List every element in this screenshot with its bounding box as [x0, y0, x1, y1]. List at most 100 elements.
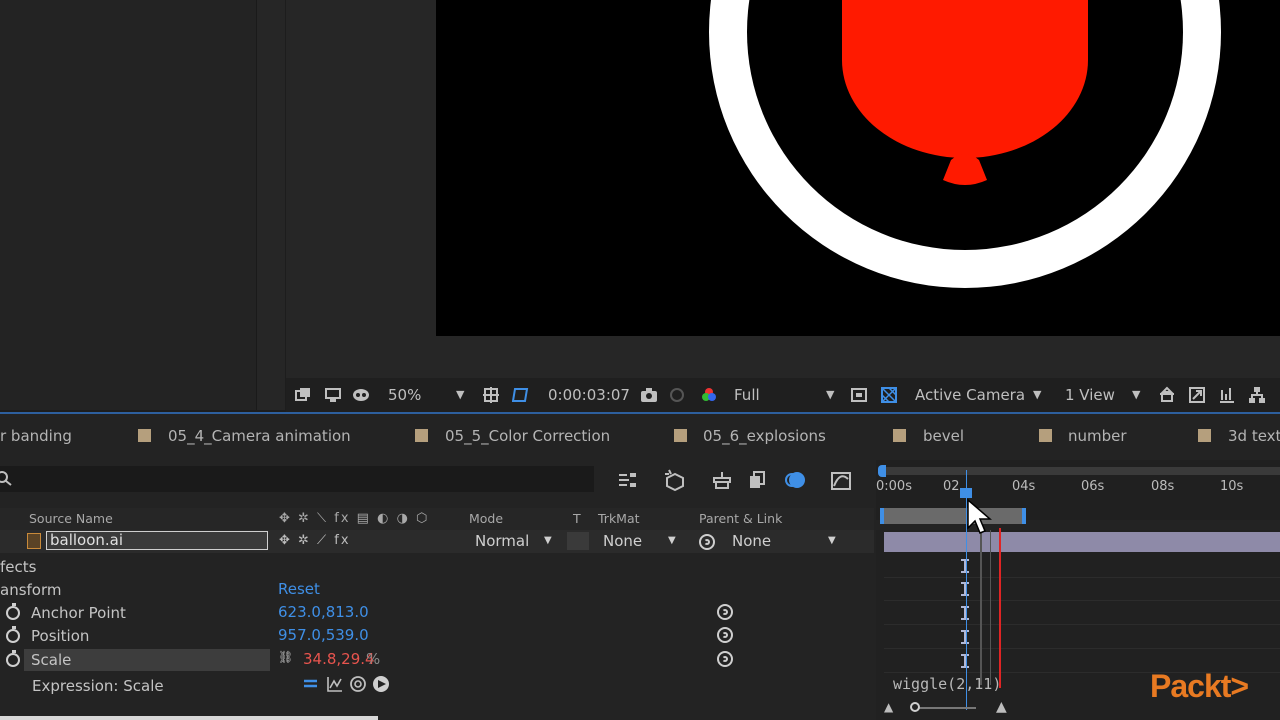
mask-path-icon[interactable] [512, 386, 530, 404]
ruler-label: 04s [1012, 479, 1036, 494]
constrain-proportions-icon[interactable]: ⛓ [278, 650, 293, 664]
flowchart-icon[interactable] [1248, 386, 1266, 404]
blend-mode-dropdown[interactable]: Normal ▼ [466, 530, 560, 552]
draft-3d-icon[interactable] [663, 468, 687, 492]
track-divider [884, 624, 1280, 625]
tab-explosions[interactable]: 05_6_explosions [703, 414, 826, 458]
expression-graph-icon [327, 677, 342, 692]
track-matte-value: None [603, 532, 643, 550]
work-area-track[interactable] [880, 467, 1280, 475]
layer-duration-bar[interactable] [884, 532, 1280, 552]
region-of-interest-icon[interactable] [850, 386, 868, 404]
parent-dropdown[interactable]: None ▼ [724, 530, 846, 552]
frame-blending-icon[interactable] [748, 470, 768, 490]
anchor-point-value[interactable]: 623.0,813.0 [278, 603, 369, 621]
track-divider [884, 577, 1280, 578]
stopwatch-icon[interactable] [6, 650, 20, 667]
scale-value[interactable]: 34.8,29.4 [303, 650, 375, 668]
tab-bevel[interactable]: bevel [923, 414, 964, 458]
layer-name-field[interactable]: balloon.ai [46, 531, 268, 550]
ruler-label: 02 [943, 479, 960, 494]
zoom-in-mountain-icon[interactable]: ▲ [996, 699, 1007, 715]
composition-canvas[interactable] [436, 0, 1280, 336]
work-area-start-handle[interactable] [878, 465, 886, 477]
parent-link-header[interactable]: Parent & Link [699, 508, 782, 530]
tab-color-swatch [1198, 429, 1211, 442]
parent-value: None [732, 532, 772, 550]
chevron-down-icon: ▼ [544, 535, 552, 546]
t-header[interactable]: T [573, 508, 581, 530]
scale-label: Scale [31, 651, 72, 669]
anchor-point-label: Anchor Point [31, 604, 126, 622]
packt-logo: Packt> [1150, 668, 1249, 704]
property-pickwhip-icon[interactable] [717, 651, 733, 667]
stopwatch-icon[interactable] [6, 626, 20, 643]
layer-search-input[interactable] [0, 466, 594, 492]
expression-enable-icon [304, 679, 317, 688]
layer-row[interactable]: balloon.ai ✥ ✲ ⟋ fx Normal ▼ None ▼ None… [0, 530, 874, 553]
horizontal-scrollbar[interactable] [0, 716, 378, 720]
tab-3d-text[interactable]: 3d text [1228, 414, 1280, 458]
grid-guides-icon[interactable] [482, 386, 500, 404]
effects-group-label[interactable]: fects [0, 558, 36, 576]
tab-r-banding[interactable]: r banding [0, 414, 72, 458]
timeline-zoom-slider[interactable] [916, 707, 976, 709]
parent-pickwhip-icon[interactable] [699, 534, 715, 550]
track-divider [884, 600, 1280, 601]
transparency-grid-icon[interactable] [880, 386, 898, 404]
toggle-pixel-aspect-icon[interactable] [1158, 386, 1176, 404]
mask-visibility-icon[interactable] [352, 386, 370, 404]
show-snapshot-icon[interactable] [668, 386, 686, 404]
trkmat-header[interactable]: TrkMat [598, 508, 640, 530]
snapshot-camera-icon[interactable] [640, 386, 658, 404]
preserve-transparency-toggle[interactable] [567, 532, 589, 550]
work-end-marker [999, 528, 1001, 688]
tab-camera-animation[interactable]: 05_4_Camera animation [168, 414, 351, 458]
property-pickwhip-icon[interactable] [717, 627, 733, 643]
tab-number[interactable]: number [1068, 414, 1127, 458]
always-preview-icon[interactable] [294, 386, 312, 404]
mode-header[interactable]: Mode [469, 508, 503, 530]
zoom-slider-thumb[interactable] [910, 702, 920, 712]
tab-color-correction[interactable]: 05_5_Color Correction [445, 414, 610, 458]
zoom-out-mountain-icon[interactable]: ▲ [884, 700, 893, 714]
motion-blur-icon[interactable] [784, 469, 806, 491]
chevron-down-icon: ▼ [668, 535, 676, 546]
fast-previews-icon[interactable] [1188, 386, 1206, 404]
scale-unit: % [366, 650, 381, 668]
transform-reset-link[interactable]: Reset [278, 580, 320, 598]
graph-editor-icon[interactable] [830, 469, 852, 491]
layer-name: balloon.ai [50, 531, 124, 549]
expression-text[interactable]: wiggle(2,11) [893, 675, 1001, 693]
transform-group-label[interactable]: ansform [0, 581, 62, 599]
source-name-header[interactable]: Source Name [29, 508, 113, 530]
render-marker [990, 530, 991, 685]
ruler-label: 10s [1220, 479, 1244, 494]
illustrator-file-icon [27, 533, 41, 549]
resolution-dropdown[interactable]: Full [734, 378, 760, 412]
property-pickwhip-icon[interactable] [717, 604, 733, 620]
zoom-dropdown[interactable]: 50% [388, 378, 421, 412]
current-time-display[interactable]: 0:00:03:07 [548, 378, 630, 412]
expression-controls [304, 676, 389, 692]
position-value[interactable]: 957.0,539.0 [278, 626, 369, 644]
timeline-icon[interactable] [1218, 386, 1236, 404]
tab-color-swatch [415, 429, 428, 442]
render-marker [980, 530, 982, 685]
track-matte-dropdown[interactable]: None ▼ [594, 530, 686, 552]
channels-icon[interactable] [700, 386, 718, 404]
ruler-label: 06s [1081, 479, 1105, 494]
work-area-bar[interactable] [880, 508, 1026, 524]
search-icon [0, 471, 12, 486]
stopwatch-icon[interactable] [6, 603, 20, 620]
view-layout-dropdown[interactable]: 1 View [1065, 378, 1115, 412]
composition-mini-flowchart-icon[interactable] [617, 470, 639, 490]
time-ruler[interactable]: 0:00s 02 04s 06s 08s 10s [876, 460, 1280, 524]
tab-color-swatch [1039, 429, 1052, 442]
monitor-icon[interactable] [324, 386, 342, 404]
views-chevron-down-icon: ▼ [1132, 388, 1141, 401]
resolution-chevron-down-icon: ▼ [826, 388, 835, 401]
camera-view-dropdown[interactable]: Active Camera [915, 378, 1025, 412]
hide-shy-layers-icon[interactable] [710, 470, 734, 490]
layer-switches-icons[interactable]: ✥ ✲ ⟋ fx [279, 530, 351, 552]
